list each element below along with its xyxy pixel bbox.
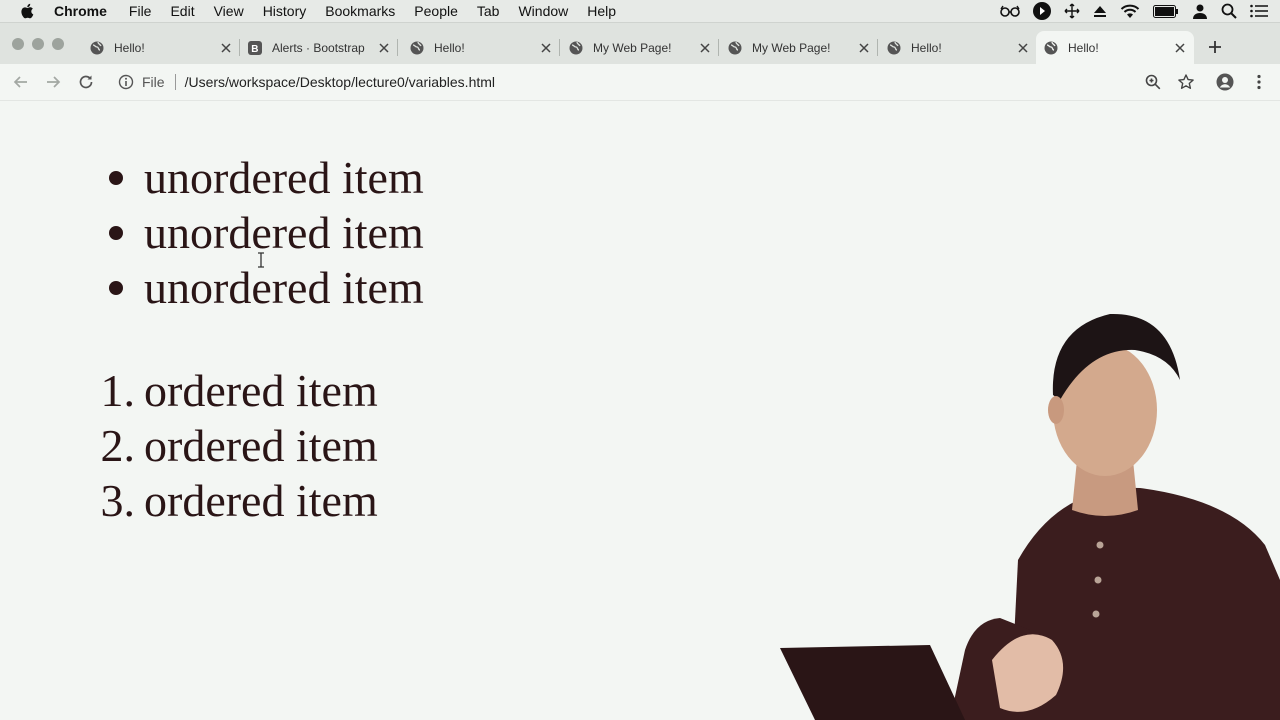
window-controls [12, 38, 64, 50]
tab-alerts-bootstrap[interactable]: B Alerts · Bootstrap [240, 31, 398, 64]
unordered-item-text: unordered item [144, 152, 424, 203]
ordered-marker: 2. [100, 420, 136, 471]
user-icon[interactable] [1192, 3, 1208, 19]
ordered-item-text: ordered item [144, 475, 378, 526]
unordered-item-text: unordered item [144, 207, 424, 258]
close-icon[interactable] [1174, 42, 1186, 54]
zoom-icon[interactable] [1144, 73, 1162, 91]
bookmark-star-icon[interactable] [1177, 73, 1195, 91]
tab-hello-2[interactable]: Hello! [402, 31, 560, 64]
kebab-menu-icon[interactable] [1250, 73, 1268, 91]
tab-title: My Web Page! [752, 40, 831, 55]
info-icon[interactable] [118, 74, 134, 90]
tab-title: Hello! [434, 40, 465, 55]
reload-icon[interactable] [77, 73, 95, 91]
move-icon[interactable] [1064, 3, 1080, 19]
menu-edit[interactable]: Edit [170, 3, 194, 19]
wifi-icon[interactable] [1120, 4, 1140, 19]
svg-text:B: B [251, 44, 258, 55]
tab-title: Hello! [1068, 40, 1099, 55]
list-icon[interactable] [1250, 4, 1268, 18]
url-text[interactable]: /Users/workspace/Desktop/lecture0/variab… [185, 74, 495, 90]
close-icon[interactable] [858, 42, 870, 54]
menu-tab[interactable]: Tab [477, 3, 500, 19]
menu-help[interactable]: Help [587, 3, 616, 19]
menu-window[interactable]: Window [518, 3, 568, 19]
scheme-label: File [142, 74, 165, 90]
tab-title: Alerts · Bootstrap [272, 40, 365, 55]
text-cursor-icon [258, 252, 264, 268]
eject-icon[interactable] [1093, 4, 1107, 18]
close-icon[interactable] [699, 42, 711, 54]
close-icon[interactable] [378, 42, 390, 54]
tab-hello-3[interactable]: Hello! [879, 31, 1037, 64]
browser-toolbar: File /Users/workspace/Desktop/lecture0/v… [0, 64, 1280, 101]
globe-icon [90, 41, 104, 55]
new-tab-plus-icon[interactable] [1206, 38, 1224, 56]
menu-people[interactable]: People [414, 3, 458, 19]
glasses-icon[interactable] [1000, 5, 1020, 17]
tab-separator [559, 39, 560, 56]
apple-menu-icon[interactable] [20, 3, 36, 19]
status-area [1000, 0, 1268, 22]
forward-arrow-icon[interactable] [44, 73, 62, 91]
tab-strip: Hello! B Alerts · Bootstrap Hello! My We… [0, 23, 1280, 64]
play-circle-icon[interactable] [1033, 2, 1051, 20]
menu-bookmarks[interactable]: Bookmarks [325, 3, 395, 19]
tab-separator [718, 39, 719, 56]
bullet-marker [109, 281, 123, 295]
close-icon[interactable] [540, 42, 552, 54]
tab-separator [397, 39, 398, 56]
zoom-window-button[interactable] [52, 38, 64, 50]
tab-my-web-page-2[interactable]: My Web Page! [720, 31, 878, 64]
globe-icon [410, 41, 424, 55]
globe-icon [1044, 41, 1058, 55]
bullet-marker [109, 226, 123, 240]
unordered-item-text: unordered item [144, 262, 424, 313]
search-icon[interactable] [1221, 3, 1237, 19]
bullet-marker [109, 171, 123, 185]
tab-title: My Web Page! [593, 40, 672, 55]
ordered-item-text: ordered item [144, 420, 378, 471]
omnibox-divider [174, 74, 176, 90]
bootstrap-icon: B [248, 40, 262, 55]
profile-avatar-icon[interactable] [1216, 73, 1234, 91]
tab-title: Hello! [114, 40, 145, 55]
minimize-window-button[interactable] [32, 38, 44, 50]
battery-icon[interactable] [1153, 4, 1179, 18]
ordered-marker: 3. [100, 475, 136, 526]
tab-separator [877, 39, 878, 56]
ordered-item-text: ordered item [144, 365, 378, 416]
presenter-video-overlay [780, 313, 1280, 720]
ordered-marker: 1. [100, 365, 136, 416]
tab-title: Hello! [911, 40, 942, 55]
globe-icon [728, 41, 742, 55]
tab-hello-active[interactable]: Hello! [1036, 31, 1194, 64]
globe-icon [887, 41, 901, 55]
menu-file[interactable]: File [129, 3, 152, 19]
close-window-button[interactable] [12, 38, 24, 50]
menu-history[interactable]: History [263, 3, 307, 19]
globe-icon [569, 41, 583, 55]
back-arrow-icon[interactable] [12, 73, 30, 91]
menu-bar: Chrome File Edit View History Bookmarks … [0, 0, 1280, 23]
close-icon[interactable] [1017, 42, 1029, 54]
menu-view[interactable]: View [214, 3, 244, 19]
tab-my-web-page-1[interactable]: My Web Page! [561, 31, 719, 64]
menu-chrome[interactable]: Chrome [54, 3, 107, 19]
tab-hello-1[interactable]: Hello! [82, 31, 240, 64]
address-bar[interactable]: File /Users/workspace/Desktop/lecture0/v… [110, 68, 1136, 96]
close-icon[interactable] [220, 42, 232, 54]
